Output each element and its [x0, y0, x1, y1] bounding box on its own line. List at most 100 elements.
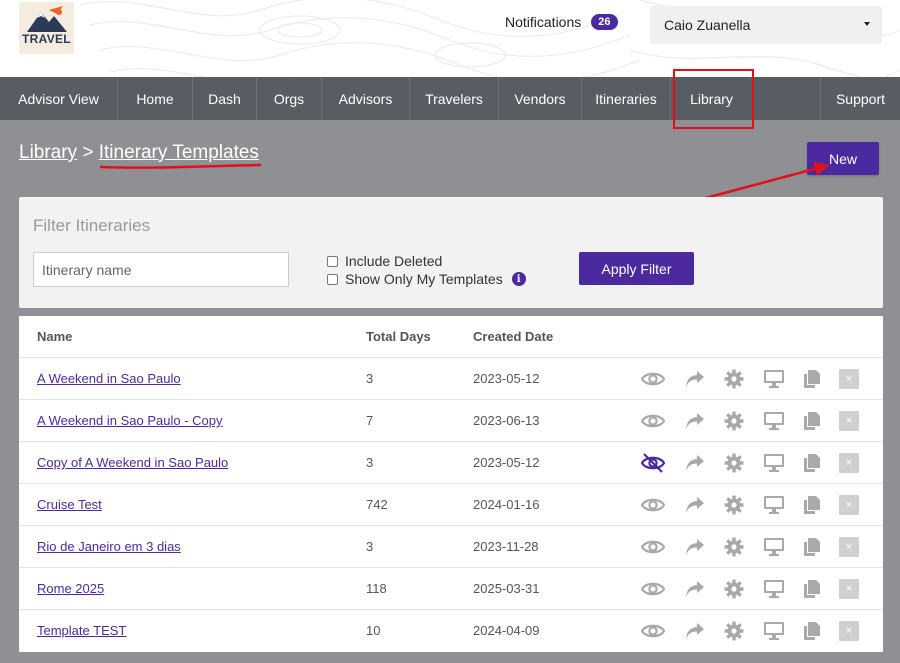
created-date-cell: 2023-11-28: [473, 539, 539, 554]
include-deleted-checkbox[interactable]: [327, 255, 338, 267]
eye-icon[interactable]: [641, 535, 665, 559]
show-only-mine-checkbox[interactable]: [327, 273, 338, 285]
eye-icon[interactable]: [641, 367, 665, 391]
copy-icon[interactable]: [800, 619, 824, 643]
breadcrumb-library-link[interactable]: Library: [19, 142, 77, 163]
table-row: Rio de Janeiro em 3 dias 3 2023-11-28 ×: [19, 526, 883, 568]
eye-icon[interactable]: [641, 619, 665, 643]
nav-orgs[interactable]: Orgs: [257, 77, 322, 120]
caret-down-icon: [864, 22, 870, 26]
nav-vendors[interactable]: Vendors: [499, 77, 582, 120]
gear-icon[interactable]: [722, 577, 746, 601]
user-name: Caio Zuanella: [664, 17, 751, 33]
include-deleted-option[interactable]: Include Deleted: [327, 253, 442, 269]
monitor-icon[interactable]: [762, 577, 786, 601]
gear-icon[interactable]: [722, 619, 746, 643]
eye-icon[interactable]: [641, 409, 665, 433]
templates-table: Name Total Days Created Date A Weekend i…: [19, 316, 883, 652]
monitor-icon[interactable]: [762, 409, 786, 433]
delete-icon[interactable]: ×: [839, 453, 859, 473]
monitor-icon[interactable]: [762, 451, 786, 475]
apply-filter-button[interactable]: Apply Filter: [579, 252, 694, 285]
nav-advisor-view[interactable]: Advisor View: [0, 77, 118, 120]
copy-icon[interactable]: [800, 409, 824, 433]
template-name-link[interactable]: Rome 2025: [37, 581, 104, 596]
show-only-mine-label: Show Only My Templates: [345, 271, 503, 287]
notifications-count-badge: 26: [591, 14, 618, 30]
delete-icon[interactable]: ×: [839, 495, 859, 515]
breadcrumb-separator: >: [82, 142, 94, 163]
template-name-link[interactable]: Copy of A Weekend in Sao Paulo: [37, 455, 228, 470]
nav-itineraries[interactable]: Itineraries: [582, 77, 671, 120]
monitor-icon[interactable]: [762, 619, 786, 643]
template-name-link[interactable]: A Weekend in Sao Paulo - Copy: [37, 413, 223, 428]
template-name-link[interactable]: Template TEST: [37, 623, 126, 638]
delete-icon[interactable]: ×: [839, 621, 859, 641]
gear-icon[interactable]: [722, 493, 746, 517]
column-header-total-days[interactable]: Total Days: [366, 329, 431, 344]
eye-icon[interactable]: [641, 577, 665, 601]
nav-support[interactable]: Support: [821, 77, 900, 120]
table-row: Template TEST 10 2024-04-09 ×: [19, 610, 883, 652]
template-name-link[interactable]: Rio de Janeiro em 3 dias: [37, 539, 181, 554]
mountain-icon: [27, 6, 67, 32]
template-name-link[interactable]: Cruise Test: [37, 497, 102, 512]
share-icon[interactable]: [683, 409, 707, 433]
created-date-cell: 2024-01-16: [473, 497, 540, 512]
gear-icon[interactable]: [722, 409, 746, 433]
total-days-cell: 3: [366, 371, 374, 386]
total-days-cell: 10: [366, 623, 381, 638]
info-icon[interactable]: i: [511, 272, 526, 286]
delete-icon[interactable]: ×: [839, 369, 859, 389]
gear-icon[interactable]: [722, 535, 746, 559]
notifications-label: Notifications: [505, 14, 582, 30]
nav-spacer: [753, 77, 821, 120]
include-deleted-label: Include Deleted: [345, 253, 443, 269]
share-icon[interactable]: [683, 367, 707, 391]
created-date-cell: 2025-03-31: [473, 581, 540, 596]
column-header-created-date[interactable]: Created Date: [473, 329, 553, 344]
copy-icon[interactable]: [800, 493, 824, 517]
annotation-highlight-box: [673, 69, 754, 129]
share-icon[interactable]: [683, 619, 707, 643]
itinerary-name-input[interactable]: [33, 252, 289, 287]
nav-advisors[interactable]: Advisors: [322, 77, 410, 120]
eye-slash-icon[interactable]: [641, 451, 665, 475]
monitor-icon[interactable]: [762, 367, 786, 391]
total-days-cell: 7: [366, 413, 374, 428]
filter-panel: Filter Itineraries Include Deleted Show …: [19, 197, 883, 308]
nav-home[interactable]: Home: [118, 77, 193, 120]
travel-logo[interactable]: TRAVEL: [19, 2, 74, 54]
breadcrumb-current[interactable]: Itinerary Templates: [99, 142, 259, 163]
delete-icon[interactable]: ×: [839, 537, 859, 557]
table-row: Cruise Test 742 2024-01-16 ×: [19, 484, 883, 526]
copy-icon[interactable]: [800, 577, 824, 601]
logo-text: TRAVEL: [22, 32, 71, 46]
table-row: A Weekend in Sao Paulo 3 2023-05-12 ×: [19, 358, 883, 400]
user-dropdown[interactable]: Caio Zuanella: [650, 6, 882, 44]
monitor-icon[interactable]: [762, 493, 786, 517]
copy-icon[interactable]: [800, 367, 824, 391]
table-row: A Weekend in Sao Paulo - Copy 7 2023-06-13…: [19, 400, 883, 442]
notifications[interactable]: Notifications 26: [505, 14, 618, 30]
show-only-mine-option[interactable]: Show Only My Templates i: [327, 271, 526, 287]
copy-icon[interactable]: [800, 451, 824, 475]
delete-icon[interactable]: ×: [839, 579, 859, 599]
share-icon[interactable]: [683, 451, 707, 475]
column-header-name[interactable]: Name: [37, 329, 72, 344]
eye-icon[interactable]: [641, 493, 665, 517]
share-icon[interactable]: [683, 493, 707, 517]
gear-icon[interactable]: [722, 451, 746, 475]
share-icon[interactable]: [683, 577, 707, 601]
share-icon[interactable]: [683, 535, 707, 559]
delete-icon[interactable]: ×: [839, 411, 859, 431]
monitor-icon[interactable]: [762, 535, 786, 559]
nav-dash[interactable]: Dash: [193, 77, 257, 120]
nav-travelers[interactable]: Travelers: [410, 77, 499, 120]
gear-icon[interactable]: [722, 367, 746, 391]
copy-icon[interactable]: [800, 535, 824, 559]
template-name-link[interactable]: A Weekend in Sao Paulo: [37, 371, 181, 386]
new-template-button[interactable]: New: [807, 142, 879, 175]
created-date-cell: 2024-04-09: [473, 623, 540, 638]
table-row: Copy of A Weekend in Sao Paulo 3 2023-05-1…: [19, 442, 883, 484]
